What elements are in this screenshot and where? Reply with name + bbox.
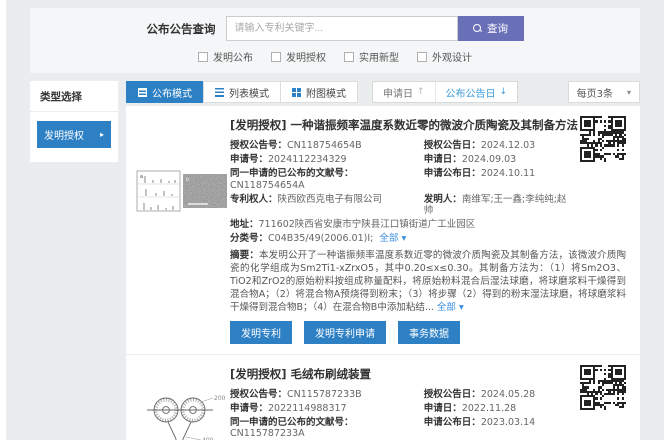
invention-application-button[interactable]: 发明专利申请 (304, 321, 386, 344)
patent-card: [发明授权] 一种谐振频率温度系数近零的微波介质陶瓷及其制备方法 (126, 106, 640, 354)
field-published-document: 同一申请的已公布的文献号：CN118754654A (230, 168, 424, 191)
field-published-document: 同一申请的已公布的文献号：CN115787233A (230, 417, 424, 440)
abstract-expand-link[interactable]: 全部 ▾ (437, 302, 464, 313)
field-grant-number: 授权公告号：CN118754654B (230, 140, 424, 152)
field-publication-date: 申请公布日：2024.10.11 (424, 168, 570, 191)
patent-type-filters: 发明公布 发明授权 实用新型 外观设计 (30, 49, 640, 64)
type-sidebar: 类型选择 发明授权 ▸ (30, 81, 118, 162)
field-application-date: 申请日：2022.11.28 (424, 403, 570, 415)
patent-title[interactable]: [发明授权] 毛绒布刷绒装置 (230, 366, 626, 382)
search-button-label: 查询 (487, 21, 508, 36)
checkbox-icon[interactable] (417, 52, 427, 62)
page-size-select[interactable]: 每页3条 ▾ (568, 81, 640, 103)
patent-thumbnail[interactable]: 200 100 400 300 (134, 389, 230, 441)
search-button[interactable]: 查询 (458, 16, 524, 41)
chevron-right-icon: ▸ (100, 130, 104, 139)
filter-utility-model[interactable]: 实用新型 (344, 49, 399, 64)
tab-label: 附图模式 (306, 85, 346, 100)
filter-design[interactable]: 外观设计 (417, 49, 472, 64)
figure-panel-b-label: b (186, 177, 189, 183)
filter-label: 外观设计 (432, 49, 472, 64)
field-application-number: 申请号：2022114988317 (230, 403, 424, 415)
qr-code (580, 365, 626, 411)
filter-invention-publication[interactable]: 发明公布 (198, 49, 253, 64)
field-grant-number: 授权公告号：CN115787233B (230, 389, 424, 401)
filter-label: 发明公布 (213, 49, 253, 64)
results-toolbar: 公布模式 列表模式 附图模式 申请日 ↑ 公布公告日 (126, 81, 640, 103)
transaction-data-button[interactable]: 事务数据 (398, 321, 460, 344)
patent-abstract: 摘要：本发明公开了一种谐振频率温度系数近零的微波介质陶瓷及其制备方法，该微波介质… (230, 249, 626, 314)
patent-fields: 授权公告号：CN118754654B 授权公告日：2024.12.03 申请号：… (230, 140, 626, 245)
field-grant-date: 授权公告日：2024.12.03 (424, 140, 570, 152)
xrd-sem-figure: a b (136, 170, 228, 214)
search-input[interactable] (226, 16, 458, 41)
sidebar-title: 类型选择 (30, 81, 118, 112)
filter-label: 实用新型 (359, 49, 399, 64)
tab-figure-mode[interactable]: 附图模式 (280, 81, 358, 103)
patent-title[interactable]: [发明授权] 一种谐振频率温度系数近零的微波介质陶瓷及其制备方法 (230, 117, 626, 133)
search-section: 公布公告查询 查询 发明公布 发明授权 实用新型 外观设计 (30, 8, 640, 73)
field-address: 地址：711602陕西省安康市宁陕县江口镇街道广工业园区 (230, 219, 570, 231)
classification-expand-link[interactable]: 全部 ▾ (379, 233, 406, 244)
sidebar-item-label: 发明授权 (44, 127, 84, 142)
figure-mode-icon (292, 88, 296, 92)
filter-invention-grant[interactable]: 发明授权 (271, 49, 326, 64)
field-application-date: 申请日：2024.09.03 (424, 154, 570, 166)
sort-application-date[interactable]: 申请日 ↑ (373, 82, 435, 102)
search-icon (473, 24, 482, 33)
page-background: 公布公告查询 查询 发明公布 发明授权 实用新型 外观设计 (6, 0, 664, 440)
patent-card: [发明授权] 毛绒布刷绒装置 (126, 354, 640, 441)
sort-up-icon: ↑ (417, 87, 425, 97)
field-application-number: 申请号：2024112234329 (230, 154, 424, 166)
sort-down-icon: ↓ (500, 87, 508, 97)
tab-label: 公布模式 (152, 85, 192, 100)
field-patentee: 专利权人：陕西欧西克电子有限公司 (230, 194, 424, 217)
sort-label: 公布公告日 (446, 85, 496, 100)
invention-patent-button[interactable]: 发明专利 (230, 321, 292, 344)
sort-label: 申请日 (383, 85, 413, 100)
field-publication-date: 申请公布日：2023.03.14 (424, 417, 570, 440)
checkbox-icon[interactable] (271, 52, 281, 62)
field-inventors: 发明人：南维军;王一鑫;李纯纯;赵帅 (424, 194, 570, 217)
checkbox-icon[interactable] (344, 52, 354, 62)
patent-thumbnail[interactable]: a b (134, 140, 230, 344)
filter-label: 发明授权 (286, 49, 326, 64)
tab-list-mode[interactable]: 列表模式 (203, 81, 281, 103)
patent-fields: 授权公告号：CN115787233B 授权公告日：2024.05.28 申请号：… (230, 389, 626, 441)
qr-code (580, 116, 626, 162)
page-size-value: 每页3条 (577, 85, 613, 100)
results-panel: [发明授权] 一种谐振频率温度系数近零的微波介质陶瓷及其制备方法 (126, 106, 640, 440)
drawing-label-200: 200 (214, 395, 225, 402)
field-grant-date: 授权公告日：2024.05.28 (424, 389, 570, 401)
sort-publication-date[interactable]: 公布公告日 ↓ (435, 82, 518, 102)
list-mode-icon (215, 88, 224, 97)
search-section-title: 公布公告查询 (147, 21, 216, 37)
figure-panel-a-label: a (140, 174, 143, 180)
drawing-label-400: 400 (202, 437, 214, 441)
tab-label: 列表模式 (229, 85, 269, 100)
field-classification: 分类号：C04B35/49(2006.01)I; 全部 ▾ (230, 233, 570, 245)
sort-group: 申请日 ↑ 公布公告日 ↓ (372, 81, 518, 103)
chevron-down-icon: ▾ (627, 88, 631, 97)
tab-publication-mode[interactable]: 公布模式 (126, 81, 204, 103)
checkbox-icon[interactable] (198, 52, 208, 62)
patent-line-drawing: 200 100 400 300 (139, 393, 225, 441)
publication-mode-icon (138, 88, 147, 97)
sidebar-item-invention-grant[interactable]: 发明授权 ▸ (37, 121, 111, 148)
